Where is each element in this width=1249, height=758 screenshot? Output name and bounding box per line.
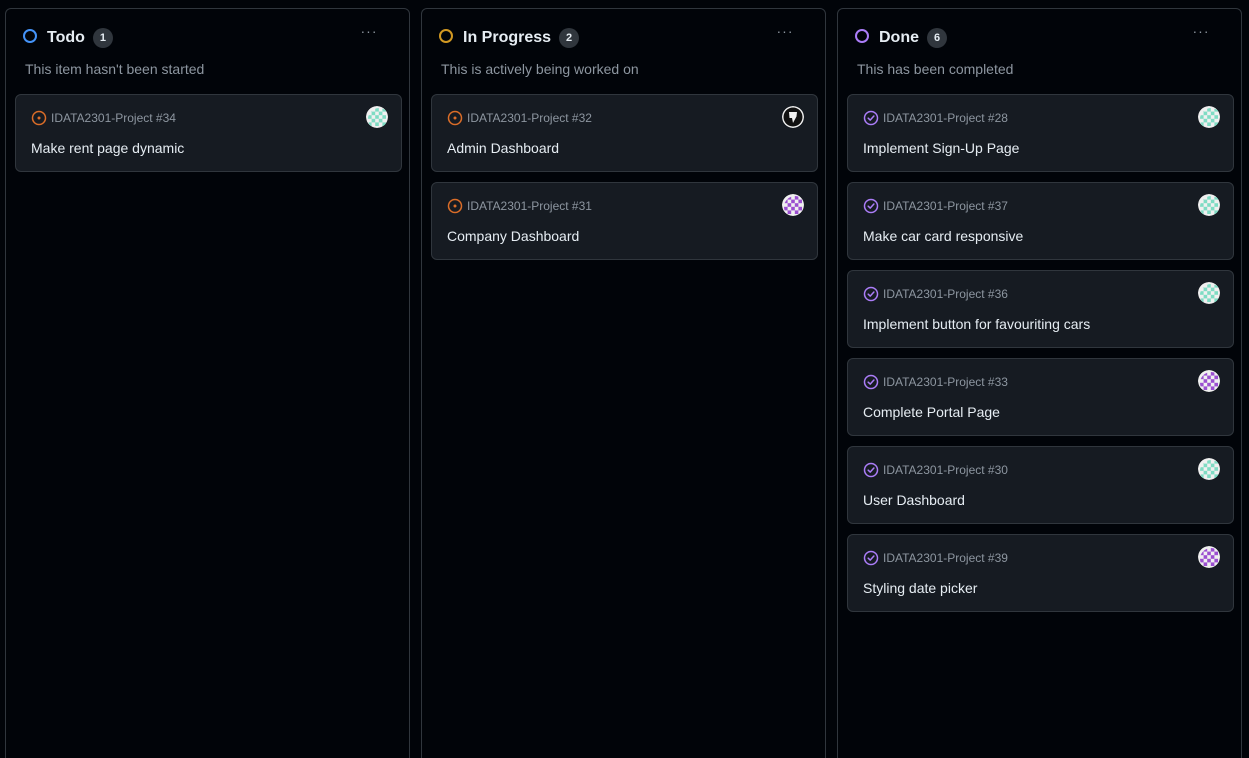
issue-reference-label: IDATA2301-Project #36 [883, 287, 1008, 301]
issue-closed-icon [863, 550, 883, 566]
issue-reference-label: IDATA2301-Project #34 [51, 111, 176, 125]
issue-reference-label: IDATA2301-Project #30 [883, 463, 1008, 477]
issue-card[interactable]: IDATA2301-Project #33 Complete Portal Pag… [847, 358, 1234, 436]
assignee-avatar[interactable] [782, 106, 804, 128]
issue-reference-label: IDATA2301-Project #28 [883, 111, 1008, 125]
status-circle-icon [23, 29, 37, 43]
assignee-avatar[interactable] [1198, 106, 1220, 128]
issue-opened-icon [447, 198, 467, 214]
column-description: This item hasn't been started [25, 61, 205, 77]
column-title-label: Todo [47, 29, 85, 46]
issue-title[interactable]: Styling date picker [863, 579, 977, 597]
issue-reference[interactable]: IDATA2301-Project #31 [447, 197, 592, 215]
issue-card[interactable]: IDATA2301-Project #34 Make rent page dyna… [15, 94, 402, 172]
issue-card[interactable]: IDATA2301-Project #31 Company Dashboard [431, 182, 818, 260]
column-title: In Progress 2 [463, 28, 580, 48]
issue-reference-label: IDATA2301-Project #37 [883, 199, 1008, 213]
issue-title[interactable]: Make car card responsive [863, 227, 1023, 245]
issue-reference[interactable]: IDATA2301-Project #37 [863, 197, 1008, 215]
issue-opened-icon [31, 110, 51, 126]
issue-reference-label: IDATA2301-Project #31 [467, 199, 592, 213]
issue-title[interactable]: User Dashboard [863, 491, 965, 509]
issue-reference-label: IDATA2301-Project #33 [883, 375, 1008, 389]
assignee-avatar[interactable] [782, 194, 804, 216]
issue-reference[interactable]: IDATA2301-Project #32 [447, 109, 592, 127]
assignee-avatar[interactable] [366, 106, 388, 128]
issue-card[interactable]: IDATA2301-Project #39 Styling date picker [847, 534, 1234, 612]
column-header: Todo 1 ··· This item hasn't been started [6, 9, 409, 85]
card-list: IDATA2301-Project #32 Admin Dashboard IDAT… [431, 94, 818, 270]
item-count-badge: 1 [92, 28, 113, 48]
issue-opened-icon [447, 110, 467, 126]
issue-reference[interactable]: IDATA2301-Project #34 [31, 109, 176, 127]
issue-title[interactable]: Make rent page dynamic [31, 139, 184, 157]
assignee-avatar[interactable] [1198, 282, 1220, 304]
issue-reference-label: IDATA2301-Project #39 [883, 551, 1008, 565]
item-count-badge: 2 [559, 28, 580, 48]
column-title: Todo 1 [47, 28, 113, 48]
status-circle-icon [439, 29, 453, 43]
issue-title[interactable]: Complete Portal Page [863, 403, 1000, 421]
issue-card[interactable]: IDATA2301-Project #28 Implement Sign-Up P… [847, 94, 1234, 172]
issue-reference[interactable]: IDATA2301-Project #39 [863, 549, 1008, 567]
project-board: Todo 1 ··· This item hasn't been started IDA… [0, 0, 1249, 758]
column-header: Done 6 ··· This has been completed [838, 9, 1241, 85]
issue-title[interactable]: Implement Sign-Up Page [863, 139, 1019, 157]
column-menu-button[interactable]: ··· [357, 24, 381, 44]
assignee-avatar[interactable] [1198, 546, 1220, 568]
column-title-label: In Progress [463, 29, 552, 46]
issue-reference[interactable]: IDATA2301-Project #36 [863, 285, 1008, 303]
issue-reference[interactable]: IDATA2301-Project #30 [863, 461, 1008, 479]
issue-reference-label: IDATA2301-Project #32 [467, 111, 592, 125]
issue-title[interactable]: Implement button for favouriting cars [863, 315, 1090, 333]
column-done: Done 6 ··· This has been completed IDATA2301… [837, 8, 1242, 758]
column-in-progress: In Progress 2 ··· This is actively being wo… [421, 8, 826, 758]
item-count-badge: 6 [927, 28, 947, 48]
assignee-avatar[interactable] [1198, 458, 1220, 480]
issue-title[interactable]: Admin Dashboard [447, 139, 559, 157]
card-list: IDATA2301-Project #28 Implement Sign-Up P… [847, 94, 1234, 622]
column-menu-button[interactable]: ··· [773, 24, 797, 44]
issue-closed-icon [863, 374, 883, 390]
assignee-avatar[interactable] [1198, 194, 1220, 216]
issue-closed-icon [863, 462, 883, 478]
column-description: This is actively being worked on [441, 61, 639, 77]
column-todo: Todo 1 ··· This item hasn't been started IDA… [5, 8, 410, 758]
issue-closed-icon [863, 198, 883, 214]
issue-card[interactable]: IDATA2301-Project #36 Implement button fo… [847, 270, 1234, 348]
issue-title[interactable]: Company Dashboard [447, 227, 579, 245]
issue-closed-icon [863, 286, 883, 302]
issue-card[interactable]: IDATA2301-Project #32 Admin Dashboard [431, 94, 818, 172]
column-title: Done 6 [879, 28, 947, 48]
card-list: IDATA2301-Project #34 Make rent page dyna… [15, 94, 402, 182]
issue-card[interactable]: IDATA2301-Project #30 User Dashboard [847, 446, 1234, 524]
issue-reference[interactable]: IDATA2301-Project #28 [863, 109, 1008, 127]
column-title-label: Done [879, 29, 919, 46]
assignee-avatar[interactable] [1198, 370, 1220, 392]
issue-reference[interactable]: IDATA2301-Project #33 [863, 373, 1008, 391]
column-description: This has been completed [857, 61, 1014, 77]
column-header: In Progress 2 ··· This is actively being wo… [422, 9, 825, 85]
issue-card[interactable]: IDATA2301-Project #37 Make car card respo… [847, 182, 1234, 260]
issue-closed-icon [863, 110, 883, 126]
column-menu-button[interactable]: ··· [1189, 24, 1213, 44]
status-circle-icon [855, 29, 869, 43]
